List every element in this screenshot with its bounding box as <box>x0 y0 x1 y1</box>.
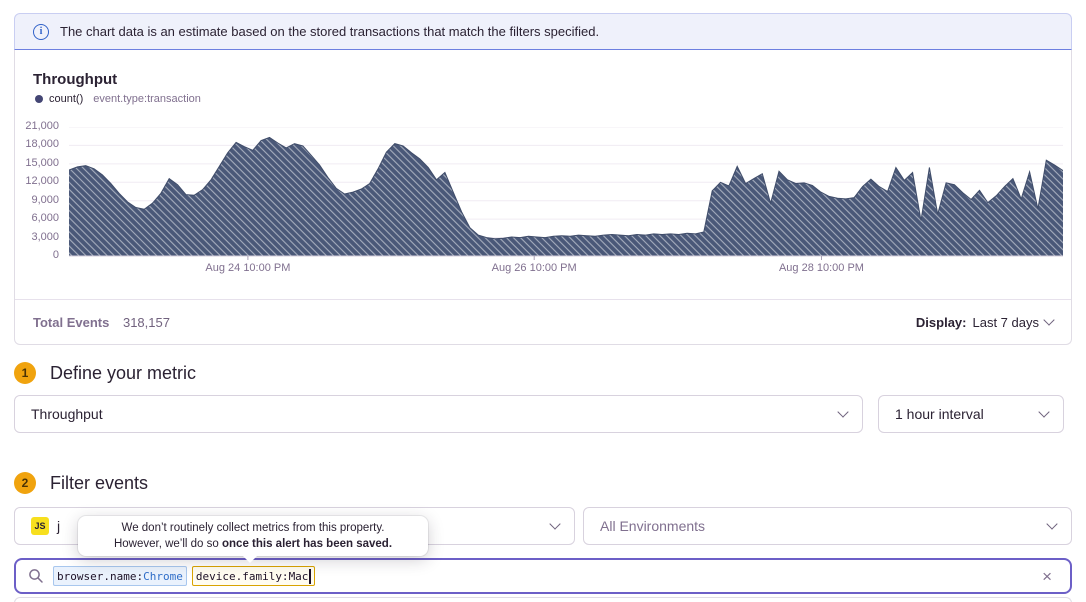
throughput-area-chart <box>69 127 1063 261</box>
step1-heading: 1 Define your metric <box>14 362 196 384</box>
y-axis-tick-label: 12,000 <box>25 175 59 187</box>
interval-select-value: 1 hour interval <box>895 406 984 422</box>
environment-select-value: All Environments <box>600 518 705 534</box>
y-axis-tick-label: 6,000 <box>31 212 59 224</box>
step1-title: Define your metric <box>50 363 196 384</box>
y-axis-tick-label: 9,000 <box>31 194 59 206</box>
next-section-edge <box>14 597 1072 602</box>
total-events-label: Total Events <box>33 315 109 330</box>
chevron-down-icon <box>549 518 560 529</box>
info-icon: i <box>33 24 49 40</box>
chevron-down-icon <box>1046 518 1057 529</box>
step1-number-badge: 1 <box>14 362 36 384</box>
y-axis-tick-label: 0 <box>53 249 59 261</box>
interval-select[interactable]: 1 hour interval <box>878 395 1064 433</box>
step2-number-badge: 2 <box>14 472 36 494</box>
clear-search-button[interactable]: × <box>1036 566 1058 587</box>
tooltip-line2: However, we’ll do so once this alert has… <box>78 536 428 552</box>
tooltip-caret <box>242 555 258 563</box>
y-axis-tick-label: 15,000 <box>25 157 59 169</box>
environment-select[interactable]: All Environments <box>583 507 1072 545</box>
display-label: Display: <box>916 315 967 330</box>
metrics-property-tooltip: We don’t routinely collect metrics from … <box>78 516 428 556</box>
display-period-select[interactable]: Display: Last 7 days <box>916 315 1053 330</box>
step2-heading: 2 Filter events <box>14 472 148 494</box>
y-axis-labels: 0 3,000 6,000 9,000 12,000 15,000 18,000 21,000 <box>15 50 65 310</box>
chevron-down-icon <box>1038 406 1049 417</box>
search-icon <box>28 568 44 584</box>
y-axis-tick-label: 18,000 <box>25 138 59 150</box>
y-axis-tick-label: 3,000 <box>31 231 59 243</box>
filter-token-browser-name[interactable]: browser.name:Chrome <box>53 566 187 586</box>
x-axis-tick-label: Aug 24 10:00 PM <box>205 262 290 274</box>
x-axis-labels: Aug 24 10:00 PM Aug 26 10:00 PM Aug 28 10:… <box>69 262 1063 278</box>
javascript-platform-icon: JS <box>31 517 49 535</box>
throughput-chart-card: Throughput count() event.type:transactio… <box>14 50 1072 345</box>
metric-select[interactable]: Throughput <box>14 395 863 433</box>
project-select-value: j <box>57 518 60 534</box>
info-banner-text: The chart data is an estimate based on t… <box>60 24 599 39</box>
legend-filter-label: event.type:transaction <box>93 93 201 105</box>
display-value: Last 7 days <box>973 315 1040 330</box>
filter-token-device-family[interactable]: device.family:Mac <box>192 566 315 586</box>
filter-search-input[interactable]: browser.name:Chrome device.family:Mac × <box>14 558 1072 594</box>
alert-builder-page: i The chart data is an estimate based on… <box>0 0 1086 602</box>
total-events: Total Events 318,157 <box>33 315 170 330</box>
chart-footer: Total Events 318,157 Display: Last 7 day… <box>15 300 1071 344</box>
chart-plot-area <box>69 127 1063 261</box>
metric-select-value: Throughput <box>31 406 103 422</box>
step2-title: Filter events <box>50 473 148 494</box>
info-banner: i The chart data is an estimate based on… <box>14 13 1072 50</box>
chevron-down-icon <box>837 406 848 417</box>
x-axis-tick-label: Aug 26 10:00 PM <box>492 262 577 274</box>
total-events-value: 318,157 <box>123 315 170 330</box>
text-cursor <box>309 569 311 584</box>
y-axis-tick-label: 21,000 <box>25 120 59 132</box>
chevron-down-icon <box>1043 314 1054 325</box>
x-axis-tick-label: Aug 28 10:00 PM <box>779 262 864 274</box>
tooltip-line1: We don’t routinely collect metrics from … <box>78 520 428 536</box>
